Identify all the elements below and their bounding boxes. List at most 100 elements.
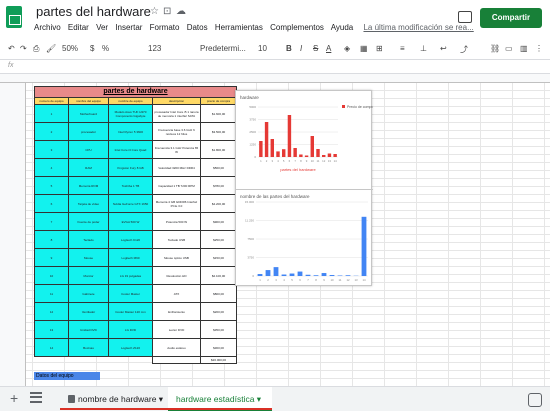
table-cell[interactable]: Modelo Asus TUF H370 Components Gigabyte xyxy=(108,104,153,123)
table-cell[interactable]: Toshiba 1 TB xyxy=(108,176,153,195)
table-cell[interactable]: CPU xyxy=(68,140,109,159)
table-cell[interactable]: Audio estéreo xyxy=(152,338,201,357)
text-color-button[interactable]: A xyxy=(326,44,331,53)
table-cell[interactable]: Bocinas xyxy=(68,338,109,357)
text-wrap-icon[interactable]: ↩ xyxy=(440,44,447,53)
table-cell[interactable]: procesador Intel Core i5 1 ranura de mem… xyxy=(152,104,201,123)
font-select[interactable]: Predetermi... xyxy=(200,44,246,53)
add-sheet-icon[interactable]: + xyxy=(10,390,18,406)
redo-icon[interactable]: ↷ xyxy=(20,44,27,53)
table-cell[interactable]: Potencia 500 W xyxy=(152,212,201,231)
table-cell[interactable]: procesador xyxy=(68,122,109,141)
table-cell[interactable]: $4.200,00 xyxy=(199,194,238,213)
undo-icon[interactable]: ↶ xyxy=(8,44,15,53)
sheets-logo-icon[interactable] xyxy=(6,6,22,28)
table-cell[interactable]: Cooler Master xyxy=(108,284,153,303)
star-icon[interactable]: ☆ xyxy=(150,6,159,17)
table-cell[interactable]: Teclado xyxy=(68,230,109,249)
header-cell[interactable]: nombre del equipo xyxy=(68,97,109,105)
table-cell[interactable]: $150,00 xyxy=(199,248,238,267)
table-cell[interactable]: Tarjeta de video xyxy=(68,194,109,213)
table-cell[interactable]: $3.500,00 xyxy=(199,122,238,141)
table-cell[interactable]: LG 19 pulgadas xyxy=(108,266,153,285)
table-cell[interactable]: 11 xyxy=(34,284,69,303)
table-cell[interactable]: 1 xyxy=(34,104,69,123)
table-cell[interactable]: $350,00 xyxy=(199,320,238,339)
last-edit-link[interactable]: La última modificación se rea... xyxy=(363,23,473,32)
table-cell[interactable]: $200,00 xyxy=(199,302,238,321)
table-cell[interactable]: Memoria ROM xyxy=(68,176,109,195)
table-cell[interactable]: Frecuencia 3.1 GHz Potencia 65 W xyxy=(152,140,201,159)
table-cell[interactable]: Frecuencia base 3.6 GHz 6 núcleos 12 hil… xyxy=(152,122,201,141)
print-icon[interactable]: ⎙ xyxy=(33,44,39,54)
explore-icon[interactable] xyxy=(528,393,542,407)
table-cell[interactable]: Fuente de poder xyxy=(68,212,109,231)
table-cell[interactable]: 10 xyxy=(34,266,69,285)
borders-icon[interactable]: ▦ xyxy=(360,44,368,53)
table-cell[interactable]: Nvidia GeForce GTX 1650 xyxy=(108,194,153,213)
header-cell[interactable]: nombre de equipo xyxy=(108,97,153,105)
percent-button[interactable]: % xyxy=(102,44,109,53)
table-cell[interactable]: Intel Core i3 Core Quad xyxy=(108,140,153,159)
table-cell[interactable]: Resolución HD xyxy=(152,266,201,285)
header-cell[interactable]: numero de equipo xyxy=(34,97,69,105)
chart-panel[interactable]: hardware 0 1250 2500 3750 5000 1 2 3 4 5 6 7 8 9 10 11 12… xyxy=(235,90,374,286)
table-cell[interactable]: Monitor xyxy=(68,266,109,285)
table-cell[interactable]: Teclado USB xyxy=(152,230,201,249)
all-sheets-icon[interactable] xyxy=(30,392,42,403)
table-cell[interactable]: Enfriamiento xyxy=(152,302,201,321)
table-cell[interactable]: Mouse xyxy=(68,248,109,267)
vertical-align-icon[interactable]: ⊥ xyxy=(420,44,427,53)
table-cell[interactable]: 9 xyxy=(34,248,69,267)
paint-format-icon[interactable]: 🖌 xyxy=(46,44,56,53)
table-cell[interactable]: 14 xyxy=(34,338,69,357)
table-cell[interactable]: Logitech Z120 xyxy=(108,338,153,357)
table-cell[interactable]: $2.100,00 xyxy=(199,266,238,285)
chart-insert-icon[interactable]: ▥ xyxy=(520,44,528,53)
menu-complementos[interactable]: Complementos xyxy=(270,23,324,32)
table-cell[interactable]: $780,00 xyxy=(199,176,238,195)
table-cell[interactable]: 5 xyxy=(34,176,69,195)
link-icon[interactable]: ⛓ xyxy=(490,44,500,53)
table-cell[interactable]: Ventilador xyxy=(68,302,109,321)
table-cell[interactable]: EVGA 500 W xyxy=(108,212,153,231)
merge-cells-icon[interactable]: ⊞ xyxy=(376,44,383,53)
header-cell[interactable]: descripcion xyxy=(152,97,201,105)
table-cell[interactable]: 7 xyxy=(34,212,69,231)
text-rotation-icon[interactable]: ⤴ xyxy=(460,44,468,55)
table-cell[interactable]: RAM xyxy=(68,158,109,177)
share-button[interactable]: Compartir xyxy=(480,8,542,28)
table-cell[interactable]: 6 xyxy=(34,194,69,213)
datos-label[interactable]: Datos del equipo xyxy=(34,372,100,380)
table-cell[interactable]: 4 xyxy=(34,158,69,177)
bold-button[interactable]: B xyxy=(286,44,292,53)
table-cell[interactable]: ATX xyxy=(152,284,201,303)
currency-button[interactable]: $ xyxy=(90,44,94,53)
table-cell[interactable]: 12 xyxy=(34,302,69,321)
fill-color-icon[interactable]: ◈ xyxy=(344,44,350,53)
table-cell[interactable]: $800,00 xyxy=(199,284,238,303)
table-cell[interactable]: 3 xyxy=(34,140,69,159)
comments-icon[interactable] xyxy=(458,11,472,23)
more-icon[interactable]: ⋮ xyxy=(535,44,543,53)
table-title[interactable]: partes de hardware xyxy=(33,86,238,98)
table-cell[interactable]: Lector DVD xyxy=(152,320,201,339)
menu-datos[interactable]: Datos xyxy=(187,23,208,32)
table-cell[interactable]: 13 xyxy=(34,320,69,339)
menu-herramientas[interactable]: Herramientas xyxy=(215,23,263,32)
comment-add-icon[interactable]: ▭ xyxy=(505,44,513,53)
table-cell[interactable]: Cooler Master 120 mm xyxy=(108,302,153,321)
menu-archivo[interactable]: Archivo xyxy=(34,23,61,32)
table-cell[interactable]: Logitech M90 xyxy=(108,248,153,267)
menu-formato[interactable]: Formato xyxy=(150,23,180,32)
table-cell[interactable]: $1.800,00 xyxy=(199,140,238,159)
number-format-select[interactable]: 123 xyxy=(148,44,161,53)
move-icon[interactable]: ⊡ xyxy=(163,6,171,17)
table-cell[interactable]: Gabinete xyxy=(68,284,109,303)
header-cell[interactable]: precio de compra xyxy=(199,97,238,105)
table-cell[interactable]: $250,00 xyxy=(199,230,238,249)
menu-ver[interactable]: Ver xyxy=(96,23,108,32)
total-cell[interactable]: $20.000,00 xyxy=(199,356,238,364)
table-cell[interactable]: Capacidad 1 TB 7200 RPM xyxy=(152,176,201,195)
table-cell[interactable]: LG DVD xyxy=(108,320,153,339)
